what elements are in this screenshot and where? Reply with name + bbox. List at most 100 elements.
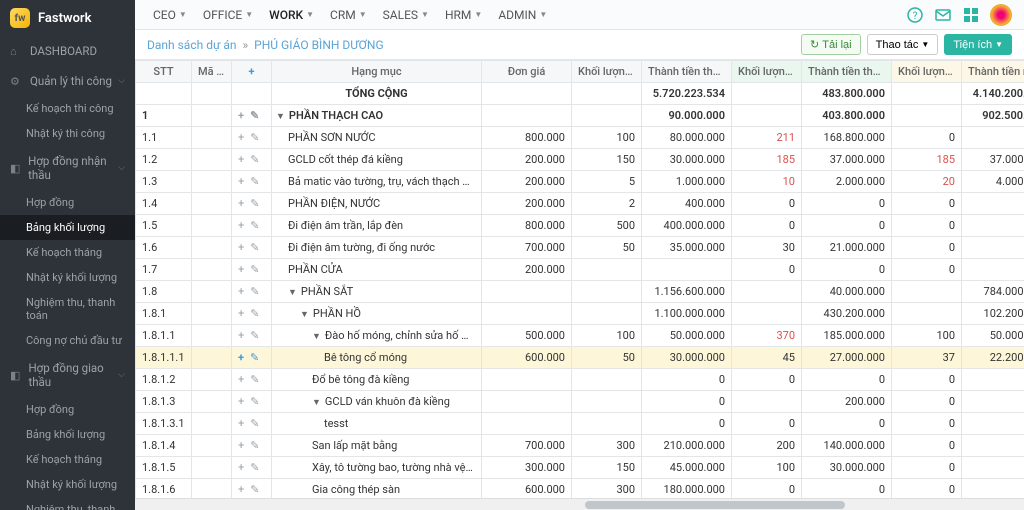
add-row-icon[interactable]: + — [238, 439, 244, 452]
table-row[interactable]: 1.8.1.1.1+✎Bê tông cổ móng600.0005030.00… — [136, 347, 1024, 369]
add-row-icon[interactable]: + — [238, 263, 244, 276]
toggle-icon[interactable]: ▼ — [276, 111, 285, 122]
nav-sub-item[interactable]: Nhật ký khối lượng — [0, 472, 135, 497]
add-row-icon[interactable]: + — [238, 197, 244, 210]
table-row[interactable]: 1.6+✎Đi điện âm tường, đi ống nước700.00… — [136, 237, 1024, 259]
nav-sub-item[interactable]: Kế hoạch tháng — [0, 240, 135, 265]
table-row[interactable]: 1.4+✎PHẦN ĐIỆN, NƯỚC200.0002400.0000000 — [136, 193, 1024, 215]
table-row[interactable]: 1.8.1.6+✎Gia công thép sàn600.000300180.… — [136, 479, 1024, 499]
toggle-icon[interactable]: ▼ — [312, 331, 321, 342]
table-row[interactable]: 1.8.1.3.1+✎tesst00000 — [136, 413, 1024, 435]
nav-sub-item[interactable]: Bảng khối lượng — [0, 215, 135, 240]
edit-row-icon[interactable]: ✎ — [250, 197, 259, 210]
ops-button[interactable]: Thao tác▼ — [867, 34, 939, 55]
add-row-icon[interactable]: + — [238, 153, 244, 166]
edit-row-icon[interactable]: ✎ — [250, 175, 259, 188]
add-row-icon[interactable]: + — [238, 131, 244, 144]
scrollbar-thumb[interactable] — [585, 501, 845, 509]
nav-sub-item[interactable]: Nghiệm thu, thanh toán — [0, 497, 135, 510]
col-ma[interactable]: Mã số — [192, 61, 232, 83]
col-kl-nt[interactable]: Khối lượng nghiệm thu — [892, 61, 962, 83]
add-row-icon[interactable]: + — [238, 351, 244, 364]
top-menu-office[interactable]: OFFICE▼ — [197, 4, 259, 26]
edit-row-icon[interactable]: ✎ — [250, 329, 259, 342]
edit-row-icon[interactable]: ✎ — [250, 439, 259, 452]
table-row[interactable]: 1.5+✎Đi điện âm trần, lắp đèn800.0005004… — [136, 215, 1024, 237]
edit-row-icon[interactable]: ✎ — [250, 131, 259, 144]
edit-row-icon[interactable]: ✎ — [250, 307, 259, 320]
top-menu-crm[interactable]: CRM▼ — [324, 4, 373, 26]
table-row[interactable]: 1.8.1.1+✎▼Đào hố móng, chỉnh sửa hố móng… — [136, 325, 1024, 347]
top-menu-hrm[interactable]: HRM▼ — [439, 4, 488, 26]
nav-sub-item[interactable]: Bảng khối lượng — [0, 422, 135, 447]
nav-group[interactable]: ◧Hợp đồng giao thầu⌵ — [0, 353, 135, 397]
add-row-icon[interactable]: + — [238, 175, 244, 188]
col-kl-nkkl[interactable]: Khối lượng theo NKKL — [732, 61, 802, 83]
table-row[interactable]: 1.8.1+✎▼PHẦN HỒ1.100.000.000430.200.0001… — [136, 303, 1024, 325]
col-stt[interactable]: STT — [136, 61, 192, 83]
nav-sub-item[interactable]: Kế hoạch thi công — [0, 96, 135, 121]
table-row[interactable]: 1.1+✎PHẦN SƠN NƯỚC800.00010080.000.00021… — [136, 127, 1024, 149]
edit-row-icon[interactable]: ✎ — [250, 461, 259, 474]
util-button[interactable]: Tiện ích▼ — [944, 34, 1012, 55]
toggle-icon[interactable]: ▼ — [312, 397, 321, 408]
toggle-icon[interactable]: ▼ — [300, 309, 309, 320]
table-row[interactable]: 1.8.1.3+✎▼GCLD ván khuôn đà kiềng0200.00… — [136, 391, 1024, 413]
edit-row-icon[interactable]: ✎ — [250, 483, 259, 496]
col-tt-nkkl[interactable]: Thành tiền theo NKKL — [802, 61, 892, 83]
top-menu-work[interactable]: WORK▼ — [263, 4, 320, 26]
col-add[interactable]: + — [232, 61, 272, 83]
add-row-icon[interactable]: + — [238, 461, 244, 474]
nav-sub-item[interactable]: Kế hoạch tháng — [0, 447, 135, 472]
add-row-icon[interactable]: + — [238, 285, 244, 298]
top-menu-sales[interactable]: SALES▼ — [377, 4, 435, 26]
nav-sub-item[interactable]: Nhật ký khối lượng — [0, 265, 135, 290]
nav-sub-item[interactable]: Nhật ký thi công — [0, 121, 135, 146]
col-dongia[interactable]: Đơn giá — [482, 61, 572, 83]
edit-row-icon[interactable]: ✎ — [250, 351, 259, 364]
edit-row-icon[interactable]: ✎ — [250, 417, 259, 430]
top-menu-ceo[interactable]: CEO▼ — [147, 4, 193, 26]
edit-row-icon[interactable]: ✎ — [250, 153, 259, 166]
breadcrumb-list[interactable]: Danh sách dự án — [147, 38, 237, 52]
add-row-icon[interactable]: + — [238, 241, 244, 254]
edit-row-icon[interactable]: ✎ — [250, 373, 259, 386]
add-row-icon[interactable]: + — [238, 109, 244, 122]
nav-sub-item[interactable]: Công nợ chủ đầu tư — [0, 328, 135, 353]
nav-dashboard[interactable]: ⌂ DASHBOARD — [0, 36, 135, 66]
horizontal-scrollbar[interactable] — [135, 498, 1024, 510]
edit-row-icon[interactable]: ✎ — [250, 241, 259, 254]
edit-row-icon[interactable]: ✎ — [250, 109, 259, 122]
edit-row-icon[interactable]: ✎ — [250, 395, 259, 408]
logo[interactable]: fw Fastwork — [0, 0, 135, 36]
nav-sub-item[interactable]: Hợp đồng — [0, 397, 135, 422]
add-row-icon[interactable]: + — [238, 373, 244, 386]
mail-icon[interactable] — [934, 6, 952, 24]
col-kl-hd[interactable]: Khối lượng theo hợp đồng — [572, 61, 642, 83]
table-row[interactable]: 1+✎▼PHẦN THẠCH CAO90.000.000403.800.0009… — [136, 105, 1024, 127]
edit-row-icon[interactable]: ✎ — [250, 219, 259, 232]
add-row-icon[interactable]: + — [238, 307, 244, 320]
col-name[interactable]: Hạng mục — [272, 61, 482, 83]
table-row[interactable]: 1.2+✎GCLD cốt thép đá kiềng200.00015030.… — [136, 149, 1024, 171]
edit-row-icon[interactable]: ✎ — [250, 263, 259, 276]
add-row-icon[interactable]: + — [238, 417, 244, 430]
add-row-icon[interactable]: + — [238, 329, 244, 342]
table-row[interactable]: 1.8.1.4+✎San lấp mặt bằng700.000300210.0… — [136, 435, 1024, 457]
nav-group[interactable]: ⚙Quản lý thi công⌵ — [0, 66, 135, 96]
table-row[interactable]: 1.8.1.5+✎Xây, tô tường bao, tường nhà vệ… — [136, 457, 1024, 479]
reload-button[interactable]: ↻Tải lại — [801, 34, 861, 55]
add-row-icon[interactable]: + — [238, 219, 244, 232]
nav-group[interactable]: ◧Hợp đồng nhận thầu⌵ — [0, 146, 135, 190]
table-row[interactable]: 1.7+✎PHẦN CỬA200.0000000 — [136, 259, 1024, 281]
help-icon[interactable]: ? — [906, 6, 924, 24]
top-menu-admin[interactable]: ADMIN▼ — [492, 4, 553, 26]
toggle-icon[interactable]: ▼ — [288, 287, 297, 298]
col-tt-nt[interactable]: Thành tiền nghiệm thu — [962, 61, 1024, 83]
add-row-icon[interactable]: + — [238, 483, 244, 496]
table-row[interactable]: 1.3+✎Bả matic vào tường, trụ, vách thạch… — [136, 171, 1024, 193]
table-row[interactable]: 1.8.1.2+✎Đổ bê tông đà kiềng00000 — [136, 369, 1024, 391]
table-row[interactable]: 1.8+✎▼PHẦN SẮT1.156.600.00040.000.000784… — [136, 281, 1024, 303]
apps-icon[interactable] — [962, 6, 980, 24]
edit-row-icon[interactable]: ✎ — [250, 285, 259, 298]
